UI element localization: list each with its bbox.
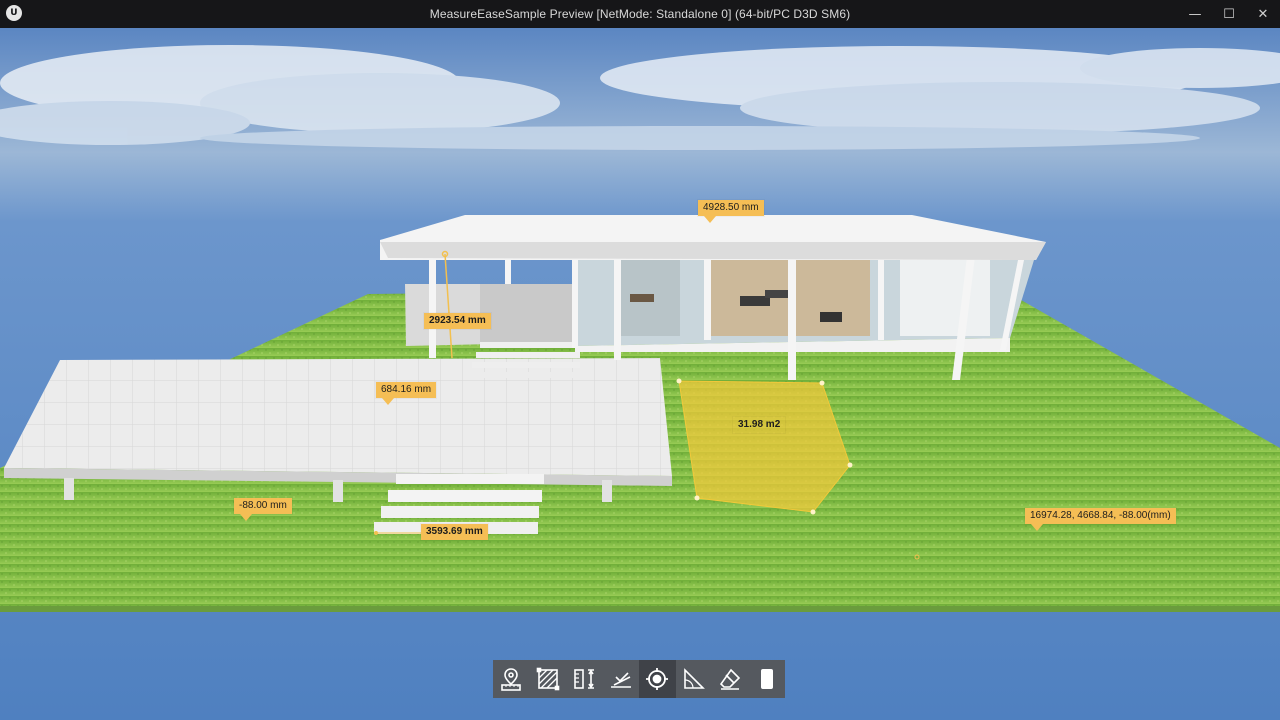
- ground-edge: [0, 606, 1280, 612]
- scene-3d-view: [0, 28, 1280, 720]
- tool-location-measure[interactable]: [493, 660, 530, 698]
- area-hatch-icon: [536, 667, 560, 691]
- clear-all-icon: [760, 669, 773, 689]
- tool-point-measure[interactable]: [639, 660, 676, 698]
- tool-triangle-measure[interactable]: [676, 660, 713, 698]
- angle-measure-icon: [610, 672, 631, 688]
- eraser-icon: [720, 668, 741, 690]
- triangle-ruler-icon: [683, 668, 705, 689]
- area-measure-polygon: [678, 380, 851, 513]
- vertical-measure-icon: [574, 669, 595, 689]
- tool-angle-measure[interactable]: [603, 660, 640, 698]
- tool-eraser[interactable]: [712, 660, 749, 698]
- unreal-logo-icon: U: [6, 5, 22, 21]
- tool-vertical-measure[interactable]: [566, 660, 603, 698]
- close-button[interactable]: ✕: [1246, 0, 1280, 28]
- measure-label-roof: 4928.50 mm: [698, 200, 764, 223]
- tool-area-measure[interactable]: [530, 660, 567, 698]
- measure-label-stairs: 3593.69 mm: [421, 524, 488, 540]
- minimize-button[interactable]: —: [1178, 0, 1212, 28]
- location-pin-ruler-icon: [501, 668, 522, 691]
- measure-label-area: 31.98 m2: [733, 417, 785, 433]
- measure-toolbar: [493, 660, 785, 698]
- game-viewport[interactable]: 4928.50 mm 2923.54 mm 684.16 mm 31.98 m2…: [0, 28, 1280, 720]
- measure-label-offset: -88.00 mm: [234, 498, 292, 521]
- measure-label-coordinates: 16974.28, 4668.84, -88.00(mm): [1025, 508, 1176, 531]
- window-title: MeasureEaseSample Preview [NetMode: Stan…: [429, 7, 851, 21]
- measure-label-height: 2923.54 mm: [424, 313, 491, 329]
- maximize-button[interactable]: ☐: [1212, 0, 1246, 28]
- tool-clear-all[interactable]: [749, 660, 786, 698]
- point-target-icon: [646, 668, 669, 690]
- window-controls: — ☐ ✕: [1178, 0, 1280, 28]
- window-titlebar: U MeasureEaseSample Preview [NetMode: St…: [0, 0, 1280, 28]
- measure-label-terrace: 684.16 mm: [376, 382, 437, 405]
